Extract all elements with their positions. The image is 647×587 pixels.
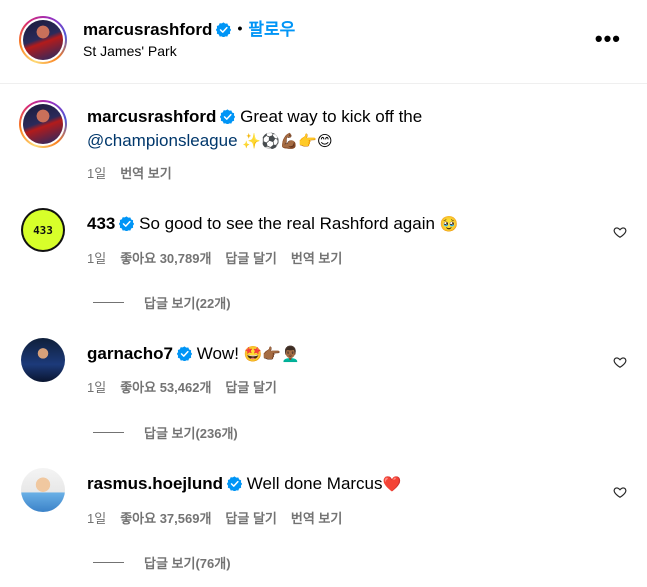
more-horizontal-icon[interactable]: ••• bbox=[595, 26, 621, 52]
replies-divider bbox=[93, 432, 124, 433]
comment-meta: 1일 좋아요 37,569개 답글 달기 번역 보기 bbox=[87, 508, 356, 527]
replies-divider bbox=[93, 302, 124, 303]
header-username[interactable]: marcusrashford bbox=[83, 20, 212, 39]
caption-avatar[interactable] bbox=[19, 100, 67, 148]
verified-badge-icon bbox=[119, 216, 135, 231]
follow-button[interactable]: 팔로우 bbox=[248, 20, 295, 39]
comment-emojis: 🥹 bbox=[439, 215, 459, 233]
comment-avatar[interactable]: 433 bbox=[21, 208, 65, 252]
avatar-image bbox=[23, 20, 63, 60]
comment-avatar[interactable] bbox=[21, 338, 65, 382]
reply-button[interactable]: 답글 달기 bbox=[225, 251, 276, 266]
comment-text: 433 So good to see the real Rashford aga… bbox=[87, 212, 587, 236]
likes-count[interactable]: 좋아요 37,569개 bbox=[120, 511, 211, 526]
mention-link[interactable]: @championsleague bbox=[87, 131, 238, 150]
location-link[interactable]: St James' Park bbox=[83, 43, 177, 59]
comment-text: rasmus.hoejlund Well done Marcus❤️ bbox=[87, 472, 587, 496]
caption-meta: 1일 번역 보기 bbox=[87, 163, 186, 182]
heart-outline-icon[interactable] bbox=[613, 355, 627, 369]
verified-badge-icon bbox=[227, 476, 243, 491]
caption-body: Great way to kick off the bbox=[240, 107, 423, 126]
comment-username[interactable]: 433 bbox=[87, 214, 115, 233]
reply-button[interactable]: 답글 달기 bbox=[225, 380, 276, 395]
verified-badge-icon bbox=[216, 22, 232, 37]
likes-count[interactable]: 좋아요 30,789개 bbox=[120, 251, 211, 266]
time-label[interactable]: 1일 bbox=[87, 380, 106, 395]
time-label[interactable]: 1일 bbox=[87, 251, 106, 266]
avatar-logo: 433 bbox=[23, 210, 63, 250]
header-title-row: marcusrashford • 팔로우 bbox=[83, 15, 295, 40]
translate-link[interactable]: 번역 보기 bbox=[291, 251, 342, 266]
view-replies-button[interactable]: 답글 보기(76개) bbox=[93, 553, 231, 572]
comment-username[interactable]: garnacho7 bbox=[87, 344, 173, 363]
caption-text: marcusrashford Great way to kick off the… bbox=[87, 105, 587, 153]
caption-emojis: ✨⚽💪🏾👉😊 bbox=[242, 132, 333, 150]
comment-avatar[interactable] bbox=[21, 468, 65, 512]
verified-badge-icon bbox=[220, 109, 236, 124]
comment-body: Wow! bbox=[196, 344, 239, 363]
caption-username[interactable]: marcusrashford bbox=[87, 107, 216, 126]
translate-link[interactable]: 번역 보기 bbox=[120, 166, 171, 181]
post-header: marcusrashford • 팔로우 St James' Park ••• bbox=[0, 0, 647, 84]
separator-dot: • bbox=[237, 20, 243, 36]
comment-meta: 1일 좋아요 53,462개 답글 달기 bbox=[87, 377, 291, 396]
heart-outline-icon[interactable] bbox=[613, 225, 627, 239]
time-label[interactable]: 1일 bbox=[87, 166, 106, 181]
time-label[interactable]: 1일 bbox=[87, 511, 106, 526]
avatar-image bbox=[23, 104, 63, 144]
replies-divider bbox=[93, 562, 124, 563]
view-replies-button[interactable]: 답글 보기(236개) bbox=[93, 423, 238, 442]
reply-button[interactable]: 답글 달기 bbox=[225, 511, 276, 526]
comment-body: So good to see the real Rashford again bbox=[139, 214, 435, 233]
comment-meta: 1일 좋아요 30,789개 답글 달기 번역 보기 bbox=[87, 248, 356, 267]
view-replies-button[interactable]: 답글 보기(22개) bbox=[93, 293, 231, 312]
header-avatar[interactable] bbox=[19, 16, 67, 64]
comment-text: garnacho7 Wow! 🤩👉🏾👨🏾‍🦱 bbox=[87, 342, 587, 366]
likes-count[interactable]: 좋아요 53,462개 bbox=[120, 380, 211, 395]
comment-emojis: 🤩👉🏾👨🏾‍🦱 bbox=[243, 345, 300, 363]
view-replies-label: 답글 보기(76개) bbox=[144, 556, 231, 571]
verified-badge-icon bbox=[176, 346, 192, 361]
heart-outline-icon[interactable] bbox=[613, 485, 627, 499]
view-replies-label: 답글 보기(22개) bbox=[144, 296, 231, 311]
comment-emojis: ❤️ bbox=[382, 475, 402, 493]
view-replies-label: 답글 보기(236개) bbox=[144, 426, 238, 441]
comment-body: Well done Marcus bbox=[246, 474, 383, 493]
translate-link[interactable]: 번역 보기 bbox=[291, 511, 342, 526]
comment-username[interactable]: rasmus.hoejlund bbox=[87, 474, 223, 493]
